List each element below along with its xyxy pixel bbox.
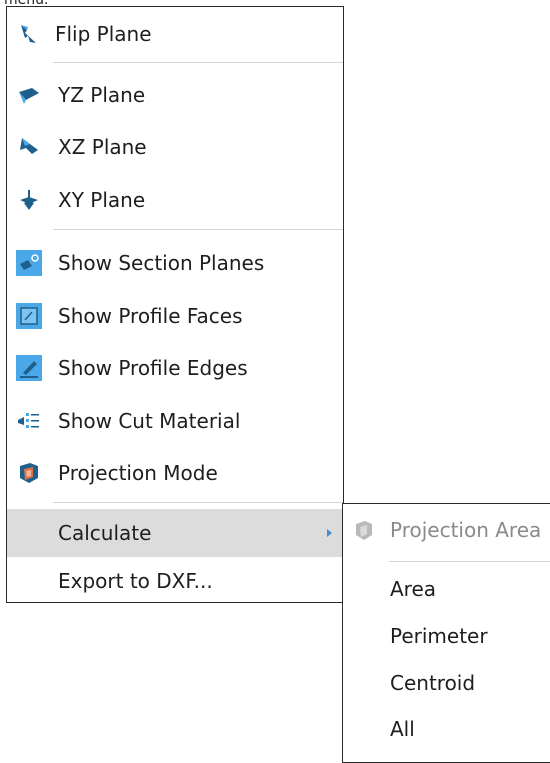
submenu-item-projection-area[interactable]: Projection Area — [343, 508, 550, 552]
flip-plane-icon — [21, 25, 36, 43]
menu-item-label: Flip Plane — [55, 22, 152, 46]
menu-item-flip-plane[interactable]: Flip Plane — [7, 12, 343, 56]
menu-separator — [53, 502, 343, 503]
menu-item-show-profile-edges[interactable]: Show Profile Edges — [7, 346, 343, 390]
menu-item-label: Projection Mode — [58, 461, 218, 485]
menu-item-label: Export to DXF... — [58, 569, 213, 593]
menu-item-show-cut-material[interactable]: Show Cut Material — [7, 399, 343, 443]
menu-item-label: Show Profile Faces — [58, 304, 243, 328]
show-cut-material-icon — [18, 413, 39, 428]
context-menu: Flip Plane YZ Plane XZ Plane XY Plane Sh… — [6, 6, 344, 603]
menu-separator — [53, 229, 343, 230]
submenu-item-label: Perimeter — [390, 624, 488, 648]
menu-item-projection-mode[interactable]: Projection Mode — [7, 451, 343, 495]
menu-item-label: XZ Plane — [58, 135, 147, 159]
xz-plane-icon — [20, 138, 38, 154]
xy-plane-icon — [20, 190, 38, 210]
submenu-arrow-icon — [327, 529, 332, 537]
menu-item-yz-plane[interactable]: YZ Plane — [7, 73, 343, 117]
menu-item-label: XY Plane — [58, 188, 146, 212]
projection-mode-icon — [20, 463, 38, 483]
submenu-item-label: All — [390, 717, 415, 741]
menu-item-label: Calculate — [58, 521, 152, 545]
menu-item-calculate[interactable]: Calculate — [7, 509, 343, 557]
menu-item-xy-plane[interactable]: XY Plane — [7, 178, 343, 222]
show-profile-edges-icon — [16, 355, 42, 381]
menu-item-label: Show Section Planes — [58, 251, 265, 275]
menu-item-label: YZ Plane — [58, 83, 146, 107]
submenu-item-area[interactable]: Area — [343, 567, 550, 611]
show-section-planes-icon — [16, 250, 42, 276]
menu-item-xz-plane[interactable]: XZ Plane — [7, 125, 343, 169]
show-profile-faces-icon — [16, 303, 42, 329]
menu-item-show-section-planes[interactable]: Show Section Planes — [7, 241, 343, 285]
menu-separator — [53, 62, 343, 63]
submenu-item-label: Projection Area — [390, 518, 542, 542]
submenu-item-all[interactable]: All — [343, 707, 550, 751]
menu-item-label: Show Cut Material — [58, 409, 241, 433]
submenu-item-centroid[interactable]: Centroid — [343, 661, 550, 705]
submenu-item-label: Area — [390, 577, 437, 601]
projection-area-icon — [356, 521, 372, 540]
submenu-separator — [389, 561, 550, 562]
calculate-submenu: Projection Area Area Perimeter Centroid … — [342, 503, 550, 763]
menu-item-show-profile-faces[interactable]: Show Profile Faces — [7, 294, 343, 338]
submenu-item-perimeter[interactable]: Perimeter — [343, 614, 550, 658]
submenu-item-label: Centroid — [390, 671, 476, 695]
menu-item-label: Show Profile Edges — [58, 356, 248, 380]
yz-plane-icon — [19, 88, 39, 104]
menu-item-export-to-dxf[interactable]: Export to DXF... — [7, 559, 343, 603]
